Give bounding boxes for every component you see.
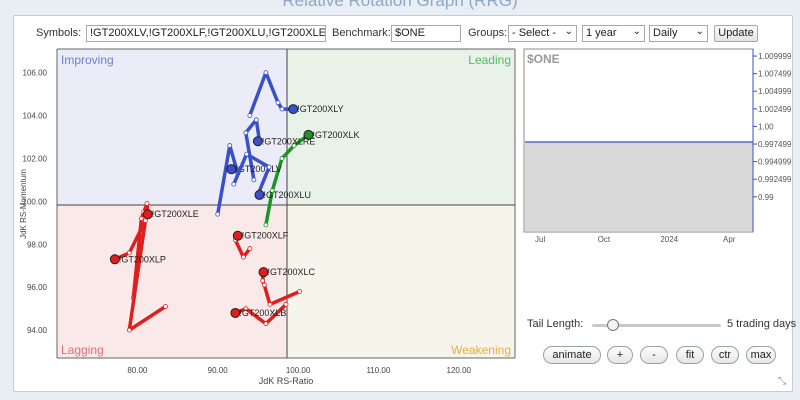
benchmark-y-tick-label: 0.997499 — [758, 140, 792, 149]
tail-length-value: 5 trading days — [727, 318, 797, 330]
tail-length-label: Tail Length: — [527, 318, 584, 330]
benchmark-symbol-label: $ONE — [527, 52, 560, 66]
benchmark-y-tick-label: 1.00 — [758, 122, 774, 131]
benchmark-x-tick-labels: Jul Oct 2024 Apr — [535, 235, 736, 244]
fit-button[interactable]: fit — [676, 346, 704, 364]
benchmark-y-tick-label: 1.002499 — [758, 105, 792, 114]
benchmark-x-tick-label: Oct — [598, 235, 611, 244]
benchmark-y-tick-label: 1.009999 — [758, 52, 792, 61]
zoom-in-button[interactable]: + — [607, 346, 633, 364]
page-title: Relative Rotation Graph (RRG) — [282, 0, 518, 10]
tail-length-slider[interactable] — [592, 319, 721, 331]
rrg-panel: Symbols: !GT200XLV,!GT200XLF,!GT200XLU,!… — [13, 15, 797, 392]
center-button[interactable]: ctr — [711, 346, 739, 364]
benchmark-chart: $ONE 1.0099991.0074991.0049991.0024991.0… — [523, 48, 792, 244]
benchmark-y-tick-label: 1.004999 — [758, 87, 792, 96]
benchmark-y-tick-label: 0.994999 — [758, 158, 792, 167]
benchmark-y-tick-label: 0.992499 — [758, 175, 792, 184]
tail-length-slider-handle[interactable] — [606, 319, 619, 331]
benchmark-x-tick-label: 2024 — [660, 235, 678, 244]
benchmark-x-tick-label: Jul — [535, 235, 545, 244]
resize-grip-icon[interactable]: ⤡ — [778, 377, 788, 387]
max-button[interactable]: max — [746, 346, 776, 364]
benchmark-shaded-area — [525, 142, 753, 231]
zoom-out-button[interactable]: - — [640, 346, 668, 364]
benchmark-y-tick-label: 1.007499 — [758, 70, 792, 79]
benchmark-y-tick-label: 0.99 — [758, 193, 774, 202]
benchmark-x-tick-label: Apr — [723, 235, 736, 244]
benchmark-y-tick-labels: 1.009999 1.007499 1.004999 1.002499 1.00 0.99… — [753, 52, 792, 202]
animate-button[interactable]: animate — [543, 346, 601, 364]
